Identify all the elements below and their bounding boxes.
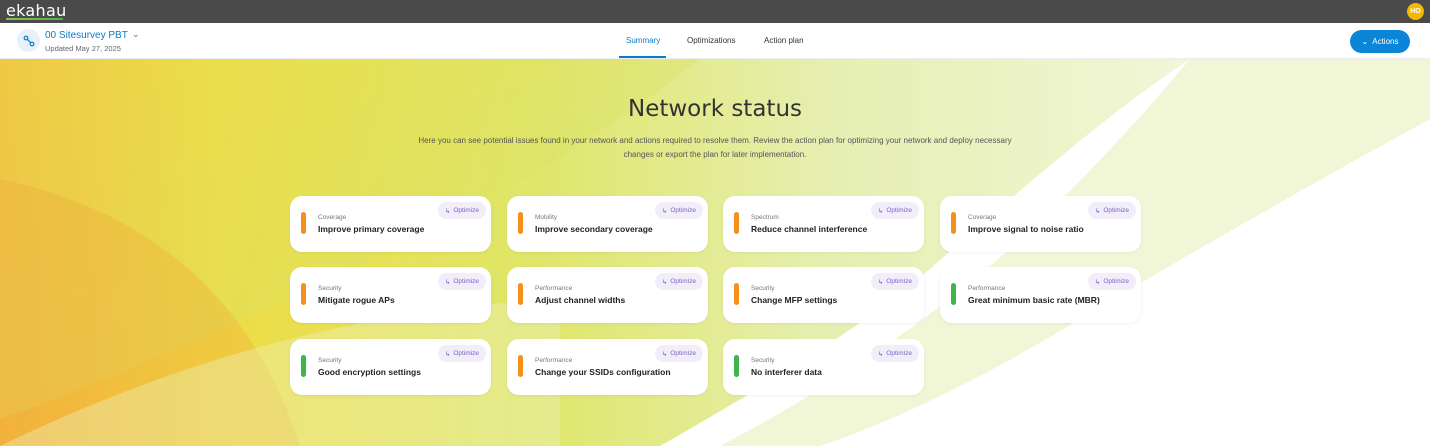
optimization-card[interactable]: Security No interferer data ↳ Optimize	[723, 339, 924, 395]
optimize-label: Optimize	[453, 350, 479, 357]
status-indicator	[734, 283, 739, 305]
optimize-label: Optimize	[1103, 207, 1129, 214]
card-title: Improve signal to noise ratio	[968, 224, 1084, 234]
actions-button[interactable]: ⌄ Actions	[1350, 30, 1410, 53]
optimization-card[interactable]: Performance Great minimum basic rate (MBR…	[940, 267, 1141, 323]
optimize-label: Optimize	[886, 278, 912, 285]
optimize-arrow-icon: ↳	[661, 278, 668, 286]
main-tabs: Summary Optimizations Action plan	[0, 23, 1430, 59]
status-indicator	[301, 283, 306, 305]
optimize-label: Optimize	[1103, 278, 1129, 285]
card-title: Good encryption settings	[318, 367, 421, 377]
status-indicator	[734, 355, 739, 377]
optimize-button[interactable]: ↳ Optimize	[437, 202, 486, 219]
card-title: Change your SSIDs configuration	[535, 367, 671, 377]
card-title: Improve secondary coverage	[535, 224, 653, 234]
optimize-button[interactable]: ↳ Optimize	[1087, 202, 1136, 219]
status-indicator	[518, 283, 523, 305]
app-top-bar: ekahau HO	[0, 0, 1430, 23]
status-indicator	[734, 212, 739, 234]
card-category: Coverage	[968, 214, 997, 221]
actions-button-label: Actions	[1372, 37, 1399, 46]
optimize-button[interactable]: ↳ Optimize	[654, 273, 703, 290]
optimize-arrow-icon: ↳	[444, 278, 451, 286]
card-category: Coverage	[318, 214, 347, 221]
optimization-card[interactable]: Security Change MFP settings ↳ Optimize	[723, 267, 924, 323]
card-category: Spectrum	[751, 214, 779, 221]
status-indicator	[518, 355, 523, 377]
subtitle-line-2: changes or export the plan for later imp…	[623, 150, 807, 159]
page-title: Network status	[627, 96, 803, 122]
tab-summary[interactable]: Summary	[626, 36, 660, 45]
optimize-label: Optimize	[886, 350, 912, 357]
status-indicator	[301, 355, 306, 377]
optimize-arrow-icon: ↳	[1094, 207, 1101, 215]
optimize-label: Optimize	[453, 278, 479, 285]
optimization-card[interactable]: Performance Adjust channel widths ↳ Optimiz…	[507, 267, 708, 323]
user-avatar[interactable]: HO	[1407, 3, 1424, 20]
card-category: Performance	[535, 357, 573, 364]
page-subtitle: Here you can see potential issues found …	[390, 134, 1040, 162]
optimize-arrow-icon: ↳	[444, 350, 451, 358]
card-category: Security	[751, 285, 775, 292]
project-header: 00 Sitesurvey PBT ⌄ Updated May 27, 2025…	[0, 23, 1430, 59]
tab-action-plan[interactable]: Action plan	[764, 36, 804, 45]
card-category: Security	[318, 357, 342, 364]
optimization-card[interactable]: Spectrum Reduce channel interference ↳ Opti…	[723, 196, 924, 252]
optimize-button[interactable]: ↳ Optimize	[437, 345, 486, 362]
optimize-arrow-icon: ↳	[877, 350, 884, 358]
optimize-arrow-icon: ↳	[877, 278, 884, 286]
optimize-button[interactable]: ↳ Optimize	[870, 202, 919, 219]
optimize-arrow-icon: ↳	[444, 207, 451, 215]
optimize-label: Optimize	[453, 207, 479, 214]
optimization-card[interactable]: Performance Change your SSIDs configurati…	[507, 339, 708, 395]
card-category: Mobility	[535, 214, 558, 221]
optimize-label: Optimize	[670, 350, 696, 357]
card-title: Great minimum basic rate (MBR)	[968, 295, 1100, 305]
optimization-card[interactable]: Security Mitigate rogue APs ↳ Optimize	[290, 267, 491, 323]
card-title: Mitigate rogue APs	[318, 295, 395, 305]
optimize-button[interactable]: ↳ Optimize	[870, 345, 919, 362]
optimize-label: Optimize	[886, 207, 912, 214]
card-title: Change MFP settings	[751, 295, 838, 305]
card-category: Security	[751, 357, 775, 364]
status-indicator	[518, 212, 523, 234]
card-title: No interferer data	[751, 367, 822, 377]
optimize-arrow-icon: ↳	[661, 207, 668, 215]
logo-underline	[6, 18, 63, 20]
optimization-card[interactable]: Coverage Improve signal to noise ratio ↳ Op…	[940, 196, 1141, 252]
optimize-button[interactable]: ↳ Optimize	[870, 273, 919, 290]
optimization-card[interactable]: Coverage Improve primary coverage ↳ Optimiz…	[290, 196, 491, 252]
card-title: Improve primary coverage	[318, 224, 425, 234]
card-title: Reduce channel interference	[751, 224, 868, 234]
optimize-arrow-icon: ↳	[877, 207, 884, 215]
card-category: Security	[318, 285, 342, 292]
chevron-down-icon: ⌄	[1361, 37, 1369, 46]
active-tab-indicator	[619, 56, 666, 58]
optimize-button[interactable]: ↳ Optimize	[654, 202, 703, 219]
optimize-button[interactable]: ↳ Optimize	[437, 273, 486, 290]
card-category: Performance	[535, 285, 573, 292]
optimize-label: Optimize	[670, 278, 696, 285]
tab-optimizations[interactable]: Optimizations	[687, 36, 735, 45]
optimization-card[interactable]: Mobility Improve secondary coverage ↳ Optim…	[507, 196, 708, 252]
subtitle-line-1: Here you can see potential issues found …	[418, 136, 1012, 145]
optimize-arrow-icon: ↳	[1094, 278, 1101, 286]
card-title: Adjust channel widths	[535, 295, 626, 305]
status-indicator	[301, 212, 306, 234]
optimize-arrow-icon: ↳	[661, 350, 668, 358]
optimize-button[interactable]: ↳ Optimize	[654, 345, 703, 362]
optimization-card[interactable]: Security Good encryption settings ↳ Optimiz…	[290, 339, 491, 395]
optimize-button[interactable]: ↳ Optimize	[1087, 273, 1136, 290]
status-indicator	[951, 283, 956, 305]
optimize-label: Optimize	[670, 207, 696, 214]
card-category: Performance	[968, 285, 1006, 292]
status-indicator	[951, 212, 956, 234]
